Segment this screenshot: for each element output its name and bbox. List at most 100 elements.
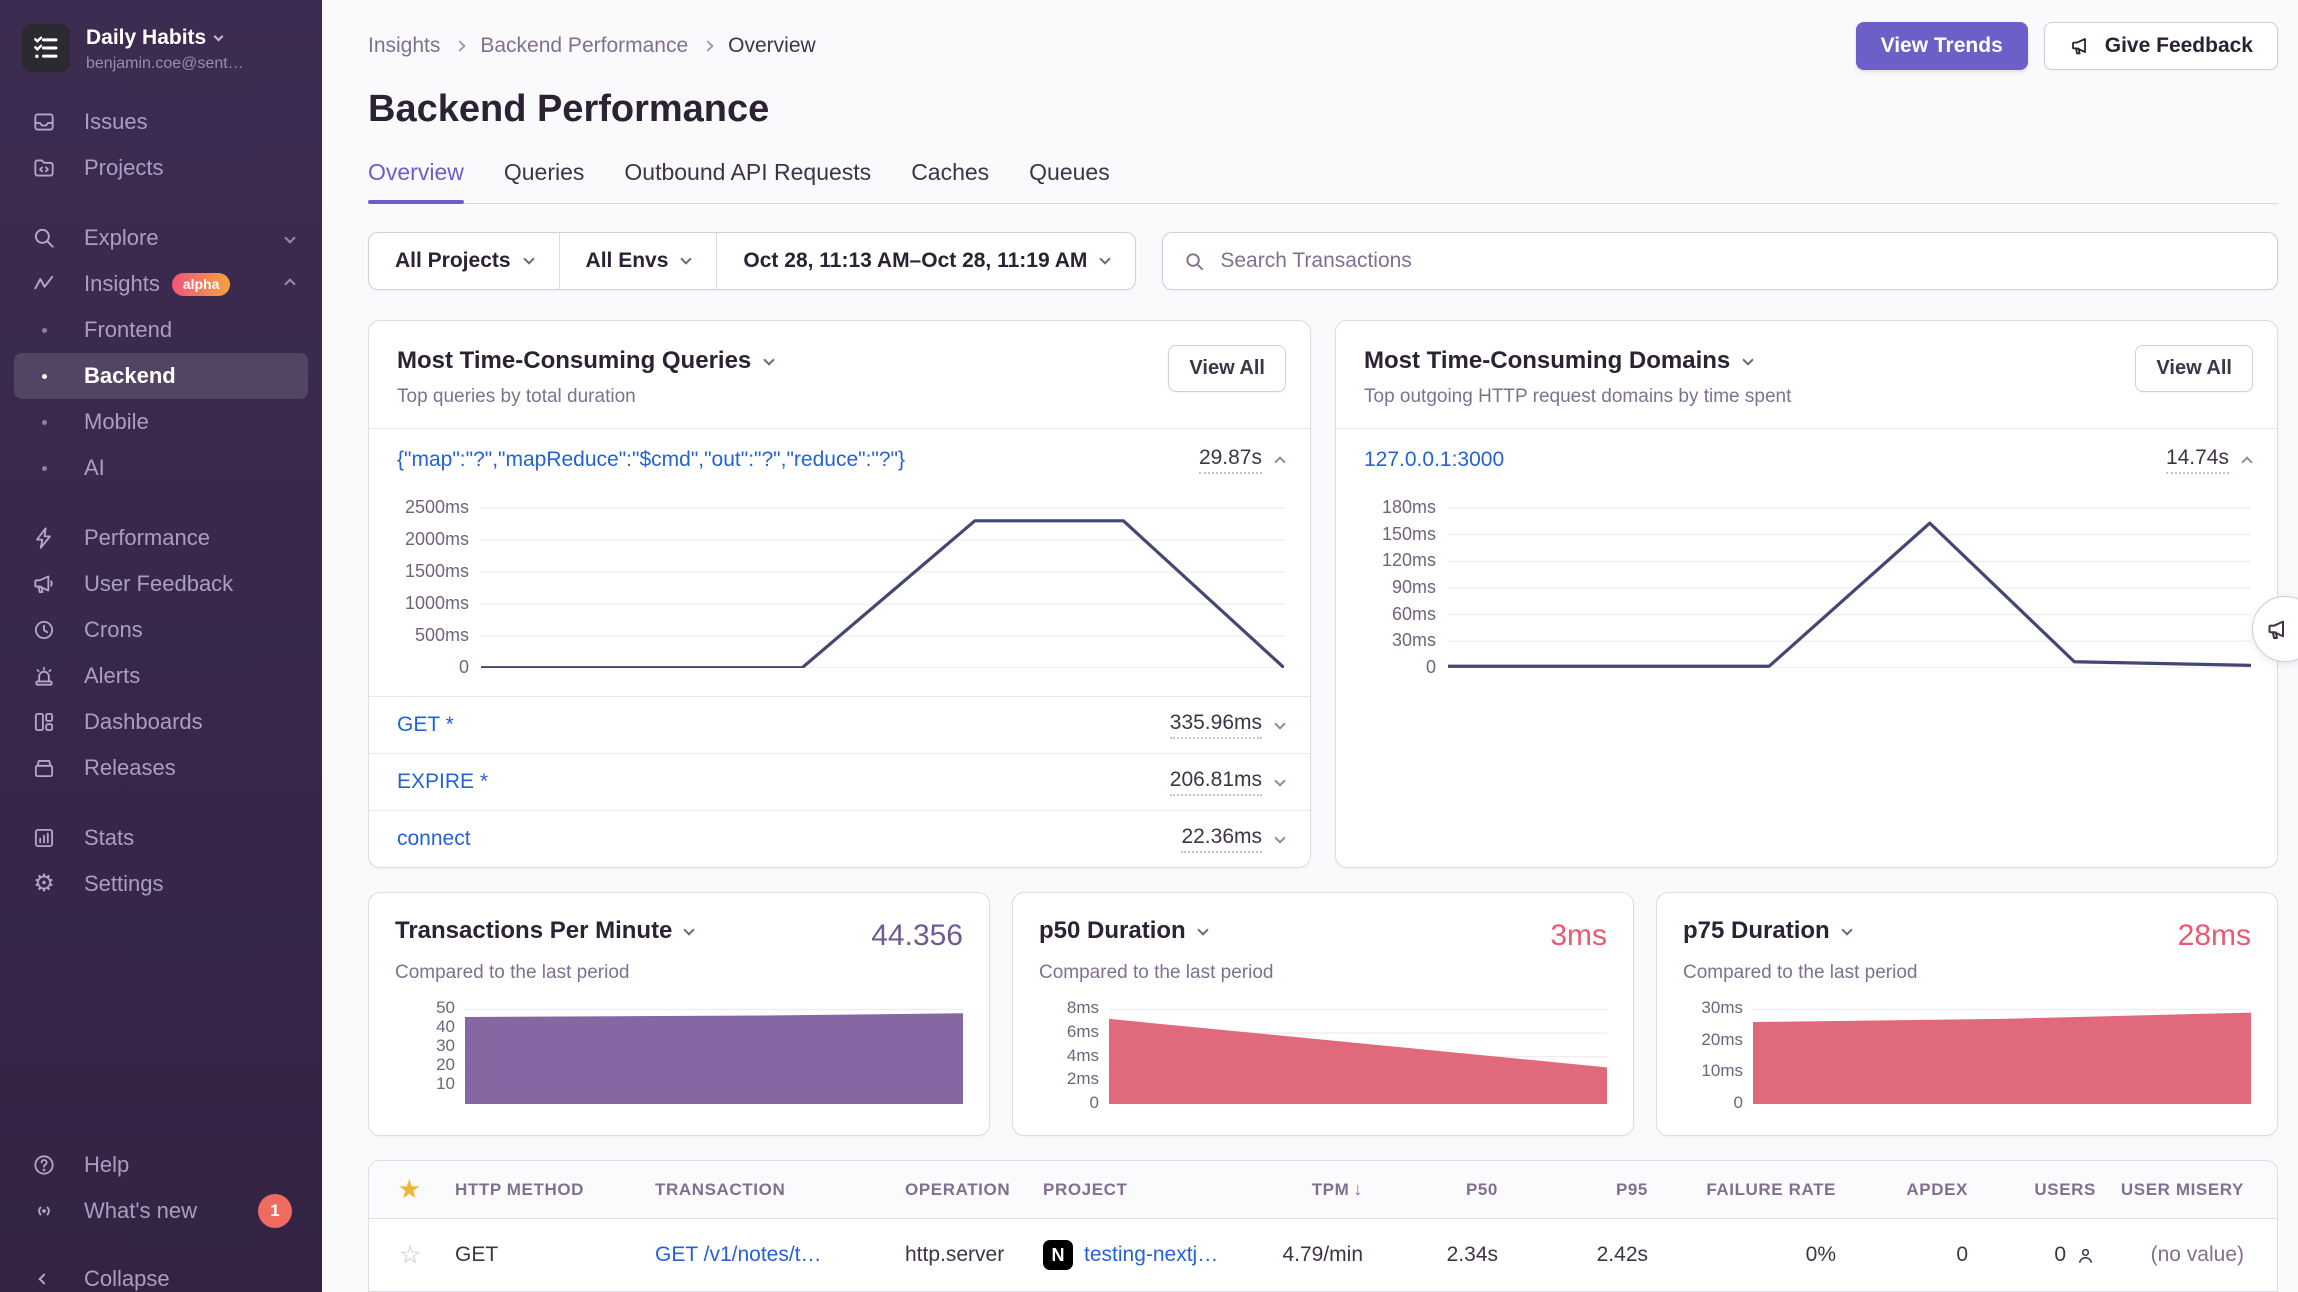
chevron-down-icon <box>1274 718 1285 729</box>
sidebar-item-ai[interactable]: AI <box>0 445 322 491</box>
query-duration-toggle[interactable]: 29.87s <box>1199 446 1284 474</box>
cell-p50: 2.34s <box>1363 1243 1498 1267</box>
sidebar-item-releases[interactable]: Releases <box>0 745 322 791</box>
breadcrumb-backend-performance[interactable]: Backend Performance <box>480 34 688 58</box>
cell-operation: http.server <box>905 1243 1043 1267</box>
tab-overview[interactable]: Overview <box>368 159 464 203</box>
chevron-down-icon <box>284 232 295 243</box>
cell-http-method: GET <box>455 1243 655 1267</box>
project-link[interactable]: testing-nextj… <box>1084 1243 1218 1267</box>
view-trends-button[interactable]: View Trends <box>1856 22 2028 70</box>
chevron-down-icon <box>764 354 775 365</box>
chevron-down-icon <box>1841 924 1852 935</box>
sidebar-item-dashboards[interactable]: Dashboards <box>0 699 322 745</box>
sidebar-collapse-button[interactable]: Collapse <box>0 1256 322 1292</box>
sidebar-item-whats-new[interactable]: What's new 1 <box>0 1188 322 1234</box>
sidebar-item-insights[interactable]: Insights alpha <box>0 261 322 307</box>
sidebar-item-crons[interactable]: Crons <box>0 607 322 653</box>
tab-caches[interactable]: Caches <box>911 159 989 203</box>
tpm-title[interactable]: Transactions Per Minute <box>395 917 693 945</box>
tab-queues[interactable]: Queues <box>1029 159 1110 203</box>
p75-value: 28ms <box>2178 919 2251 953</box>
clock-icon <box>30 617 58 643</box>
domain-duration-chart: 180ms150ms120ms90ms60ms30ms0 <box>1336 484 2277 682</box>
sidebar-item-performance[interactable]: Performance <box>0 515 322 561</box>
col-failure-rate[interactable]: FAILURE RATE <box>1648 1180 1836 1200</box>
sidebar-item-frontend[interactable]: Frontend <box>0 307 322 353</box>
col-apdex[interactable]: APDEX <box>1836 1180 1968 1200</box>
chevron-down-icon <box>1100 253 1111 264</box>
org-switcher[interactable]: Daily Habits benjamin.coe@sent… <box>0 0 322 83</box>
chevron-down-icon <box>214 31 224 41</box>
transactions-per-minute-card: Transactions Per Minute 44.356 Compared … <box>368 892 990 1136</box>
environment-filter[interactable]: All Envs <box>559 233 717 289</box>
col-user-misery[interactable]: USER MISERY <box>2096 1180 2244 1200</box>
cell-apdex: 0 <box>1836 1243 1968 1267</box>
p75-title[interactable]: p75 Duration <box>1683 917 1851 945</box>
domains-view-all-button[interactable]: View All <box>2135 345 2253 392</box>
col-users[interactable]: USERS <box>1968 1180 2096 1200</box>
nextjs-project-icon: N <box>1043 1240 1073 1270</box>
star-column-header[interactable]: ★ <box>399 1176 455 1203</box>
search-input[interactable] <box>1220 249 2257 273</box>
col-transaction[interactable]: TRANSACTION <box>655 1180 905 1200</box>
date-range-filter[interactable]: Oct 28, 11:13 AM–Oct 28, 11:19 AM <box>716 233 1135 289</box>
query-link[interactable]: connect <box>397 827 471 851</box>
y-axis-ticks: 180ms150ms120ms90ms60ms30ms0 <box>1352 492 1448 668</box>
col-p95[interactable]: P95 <box>1498 1180 1648 1200</box>
col-operation[interactable]: OPERATION <box>905 1180 1043 1200</box>
area-chart <box>1109 1000 1607 1104</box>
query-duration-toggle[interactable]: 206.81ms <box>1170 768 1284 796</box>
queries-panel-title[interactable]: Most Time-Consuming Queries <box>397 347 1284 375</box>
p75-duration-card: p75 Duration 28ms Compared to the last p… <box>1656 892 2278 1136</box>
sidebar-item-settings[interactable]: ⚙ Settings <box>0 861 322 907</box>
domains-panel-title[interactable]: Most Time-Consuming Domains <box>1364 347 2251 375</box>
tpm-value: 44.356 <box>871 919 963 953</box>
megaphone-icon <box>2069 34 2093 58</box>
transaction-link[interactable]: GET /v1/notes/t… <box>655 1243 905 1267</box>
queries-view-all-button[interactable]: View All <box>1168 345 1286 392</box>
sidebar-item-projects[interactable]: Projects <box>0 145 322 191</box>
search-icon <box>1183 250 1206 273</box>
module-tabs: Overview Queries Outbound API Requests C… <box>368 159 2278 204</box>
bullet-icon <box>42 374 47 379</box>
project-filter[interactable]: All Projects <box>369 233 559 289</box>
sidebar-item-user-feedback[interactable]: User Feedback <box>0 561 322 607</box>
siren-icon <box>30 663 58 689</box>
search-transactions-box <box>1162 232 2278 290</box>
sidebar-item-stats[interactable]: Stats <box>0 815 322 861</box>
cell-users: 0 <box>1968 1243 2096 1267</box>
sidebar-item-mobile[interactable]: Mobile <box>0 399 322 445</box>
col-project[interactable]: PROJECT <box>1043 1180 1243 1200</box>
tpm-chart: 5040302010 <box>395 1000 963 1104</box>
p50-title[interactable]: p50 Duration <box>1039 917 1207 945</box>
transactions-table: ★ HTTP METHOD TRANSACTION OPERATION PROJ… <box>368 1160 2278 1292</box>
sidebar-item-help[interactable]: Help <box>0 1142 322 1188</box>
col-http-method[interactable]: HTTP METHOD <box>455 1180 655 1200</box>
tab-queries[interactable]: Queries <box>504 159 585 203</box>
y-axis-ticks: 30ms20ms10ms0 <box>1683 1000 1753 1104</box>
query-link[interactable]: GET * <box>397 713 454 737</box>
query-link[interactable]: EXPIRE * <box>397 770 488 794</box>
query-link[interactable]: {"map":"?","mapReduce":"$cmd","out":"?",… <box>397 448 905 472</box>
chevron-left-icon <box>30 1275 58 1283</box>
query-duration-toggle[interactable]: 22.36ms <box>1181 825 1284 853</box>
sidebar-item-backend[interactable]: Backend <box>14 353 308 399</box>
give-feedback-button[interactable]: Give Feedback <box>2044 22 2278 70</box>
star-toggle[interactable]: ☆ <box>399 1240 455 1270</box>
sidebar-item-alerts[interactable]: Alerts <box>0 653 322 699</box>
domain-link[interactable]: 127.0.0.1:3000 <box>1364 448 1504 472</box>
breadcrumb-insights[interactable]: Insights <box>368 34 440 58</box>
sidebar-item-issues[interactable]: Issues <box>0 99 322 145</box>
query-row: connect 22.36ms <box>369 810 1310 867</box>
sidebar-item-explore[interactable]: Explore <box>0 215 322 261</box>
query-row: GET * 335.96ms <box>369 696 1310 753</box>
tab-outbound-api-requests[interactable]: Outbound API Requests <box>624 159 871 203</box>
query-duration-toggle[interactable]: 335.96ms <box>1170 711 1284 739</box>
sidebar: Daily Habits benjamin.coe@sent… Issues P… <box>0 0 322 1292</box>
domain-duration-toggle[interactable]: 14.74s <box>2166 446 2251 474</box>
chevron-down-icon <box>1274 832 1285 843</box>
chevron-up-icon <box>284 278 295 289</box>
col-tpm-sorted[interactable]: TPM↓ <box>1243 1179 1363 1200</box>
col-p50[interactable]: P50 <box>1363 1180 1498 1200</box>
